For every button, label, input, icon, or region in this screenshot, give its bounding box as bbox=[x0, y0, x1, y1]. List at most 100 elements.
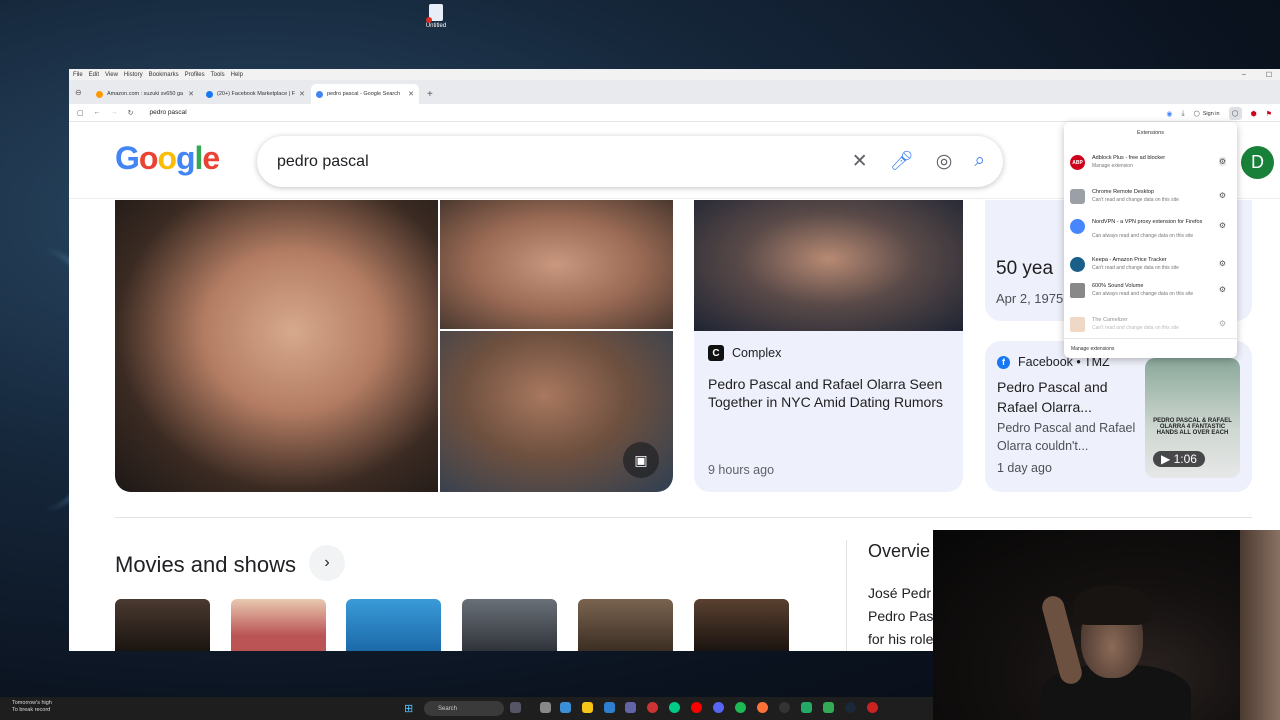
weather-line-2: To break record bbox=[12, 707, 51, 713]
tab-close-icon[interactable]: ✕ bbox=[408, 90, 414, 98]
news-title[interactable]: Pedro Pascal and Rafael Olarra Seen Toge… bbox=[708, 375, 949, 411]
news-card-complex[interactable]: C Complex Pedro Pascal and Rafael Olarra … bbox=[694, 200, 963, 492]
speaker-icon bbox=[1070, 283, 1085, 298]
movie-poster[interactable] bbox=[694, 599, 789, 651]
weather-widget[interactable]: Tomorrow's high To break record bbox=[12, 700, 52, 714]
gear-icon[interactable]: ⚙ bbox=[1219, 221, 1226, 230]
windows-start-icon[interactable]: ⊞ bbox=[404, 702, 413, 715]
address-bar[interactable]: pedro pascal bbox=[150, 109, 187, 116]
menu-help[interactable]: Help bbox=[231, 72, 243, 78]
tab-close-icon[interactable]: ✕ bbox=[299, 90, 305, 98]
image-pedro-pascal-2[interactable] bbox=[440, 200, 673, 329]
tab-google-search[interactable]: pedro pascal - Google Search ✕ bbox=[311, 84, 419, 104]
news-card-tmz[interactable]: f Facebook • TMZ Pedro Pascal and Rafael … bbox=[985, 341, 1252, 492]
maximize-icon[interactable]: ☐ bbox=[1266, 71, 1272, 79]
camelizer-icon bbox=[1070, 317, 1085, 332]
taskbar-app-icon[interactable] bbox=[779, 702, 790, 713]
menu-history[interactable]: History bbox=[124, 72, 143, 78]
firefox-icon[interactable] bbox=[757, 702, 768, 713]
gear-icon[interactable]: ⚙ bbox=[1219, 319, 1226, 328]
teams-icon[interactable] bbox=[625, 702, 636, 713]
sidebar-toggle-icon[interactable]: ▢ bbox=[77, 109, 84, 117]
folder-icon[interactable] bbox=[582, 702, 593, 713]
taskbar-app-icon[interactable] bbox=[801, 702, 812, 713]
google-logo[interactable]: Google bbox=[115, 140, 220, 177]
vpn-icon[interactable]: ◉ bbox=[1166, 110, 1172, 118]
overview-text: José Pedr Pedro Pas for his role bbox=[868, 585, 934, 647]
gear-icon[interactable]: ⚙ bbox=[1218, 157, 1226, 166]
account-icon: ◯ bbox=[1193, 110, 1200, 117]
taskbar-app-icon[interactable] bbox=[823, 702, 834, 713]
taskbar-search[interactable]: Search bbox=[424, 701, 504, 716]
back-icon[interactable]: ← bbox=[94, 109, 101, 116]
extension-name: Chrome Remote Desktop bbox=[1092, 189, 1155, 195]
birth-date: Apr 2, 1975 bbox=[996, 291, 1064, 306]
minimize-icon[interactable]: – bbox=[1242, 71, 1246, 79]
search-box[interactable]: pedro pascal ✕ 🎤︎ ◎ ⌕ bbox=[257, 136, 1003, 187]
tab-close-icon[interactable]: ✕ bbox=[188, 90, 194, 98]
chevron-right-icon[interactable]: › bbox=[309, 545, 345, 581]
image-pedro-pascal-main[interactable] bbox=[115, 200, 438, 492]
menu-tools[interactable]: Tools bbox=[211, 72, 225, 78]
new-tab-icon[interactable]: + bbox=[421, 89, 439, 104]
tab-amazon[interactable]: Amazon.com : suzuki sv650 ga ✕ bbox=[91, 84, 199, 104]
extensions-icon[interactable]: ⬡ bbox=[1228, 107, 1242, 120]
menu-edit[interactable]: Edit bbox=[89, 72, 99, 78]
account-avatar[interactable]: D bbox=[1241, 146, 1274, 179]
remote-desktop-icon bbox=[1070, 189, 1085, 204]
search-input[interactable]: pedro pascal bbox=[277, 153, 369, 171]
reload-icon[interactable]: ↻ bbox=[128, 109, 134, 117]
menu-profiles[interactable]: Profiles bbox=[185, 72, 205, 78]
clear-icon[interactable]: ✕ bbox=[852, 150, 868, 173]
video-thumbnail[interactable]: PEDRO PASCAL & RAFAEL OLARRA 4 FANTASTIC… bbox=[1145, 358, 1240, 478]
tab-overview-icon[interactable]: ⊖ bbox=[75, 88, 82, 97]
menu-file[interactable]: File bbox=[73, 72, 83, 78]
section-divider bbox=[115, 517, 1252, 518]
steam-icon[interactable] bbox=[845, 702, 856, 713]
opera-icon[interactable] bbox=[647, 702, 658, 713]
download-icon[interactable]: ⤓ bbox=[1182, 110, 1185, 118]
menu-view[interactable]: View bbox=[105, 72, 118, 78]
lens-icon[interactable]: ◎ bbox=[936, 150, 953, 173]
manage-extensions-link[interactable]: Manage extensions bbox=[1071, 346, 1114, 352]
extension-sub: Can't read and change data on this site bbox=[1092, 197, 1179, 203]
discord-icon[interactable] bbox=[713, 702, 724, 713]
movie-poster[interactable] bbox=[346, 599, 441, 651]
movie-poster[interactable] bbox=[462, 599, 557, 651]
sign-in-button[interactable]: ◯ Sign in bbox=[1194, 111, 1220, 117]
gear-icon[interactable]: ⚙ bbox=[1219, 259, 1226, 268]
youtube-icon[interactable] bbox=[691, 702, 702, 713]
movie-poster[interactable] bbox=[115, 599, 210, 651]
movie-poster[interactable] bbox=[578, 599, 673, 651]
menu-bookmarks[interactable]: Bookmarks bbox=[149, 72, 179, 78]
movie-poster[interactable] bbox=[231, 599, 326, 651]
menu-icon[interactable]: ⚑ bbox=[1266, 110, 1272, 118]
extension-sub: Can always read and change data on this … bbox=[1092, 291, 1194, 297]
search-box-icons: ✕ 🎤︎ ◎ ⌕ bbox=[852, 149, 985, 173]
image-gallery-icon[interactable]: ▣ bbox=[623, 442, 659, 478]
news-time: 1 day ago bbox=[997, 461, 1052, 475]
toolbar: ▢ ← → ↻ pedro pascal ◉ ⤓ ◯ Sign in ⬡ ⬢ ⚑ bbox=[69, 104, 1280, 122]
taskbar-app-icon[interactable] bbox=[510, 702, 521, 713]
adblock-toolbar-icon[interactable]: ⬢ bbox=[1251, 110, 1257, 118]
edge-icon[interactable] bbox=[669, 702, 680, 713]
taskbar-app-icon[interactable] bbox=[540, 702, 551, 713]
taskbar-app-icon[interactable] bbox=[604, 702, 615, 713]
news-time: 9 hours ago bbox=[708, 463, 775, 477]
gear-icon[interactable]: ⚙ bbox=[1219, 285, 1226, 294]
forward-icon[interactable]: → bbox=[111, 109, 118, 116]
news-source-label: Complex bbox=[732, 346, 782, 360]
gear-icon[interactable]: ⚙ bbox=[1219, 191, 1226, 200]
taskbar-app-icon[interactable] bbox=[867, 702, 878, 713]
tab-facebook[interactable]: (20+) Facebook Marketplace | F ✕ bbox=[201, 84, 309, 104]
tab-bar: ⊖ Amazon.com : suzuki sv650 ga ✕ (20+) F… bbox=[69, 80, 1280, 104]
microphone-icon[interactable]: 🎤︎ bbox=[890, 149, 914, 173]
news-title[interactable]: Pedro Pascal and Rafael Olarra... bbox=[997, 377, 1127, 417]
taskbar-app-icon[interactable] bbox=[560, 702, 571, 713]
search-icon[interactable]: ⌕ bbox=[974, 150, 985, 172]
video-duration: ▶ 1:06 bbox=[1153, 451, 1205, 467]
webcam-overlay bbox=[933, 530, 1280, 720]
image-pedro-pascal-3[interactable]: ▣ bbox=[440, 331, 673, 492]
desktop-icon-untitled[interactable]: Untitled bbox=[420, 4, 452, 29]
spotify-icon[interactable] bbox=[735, 702, 746, 713]
